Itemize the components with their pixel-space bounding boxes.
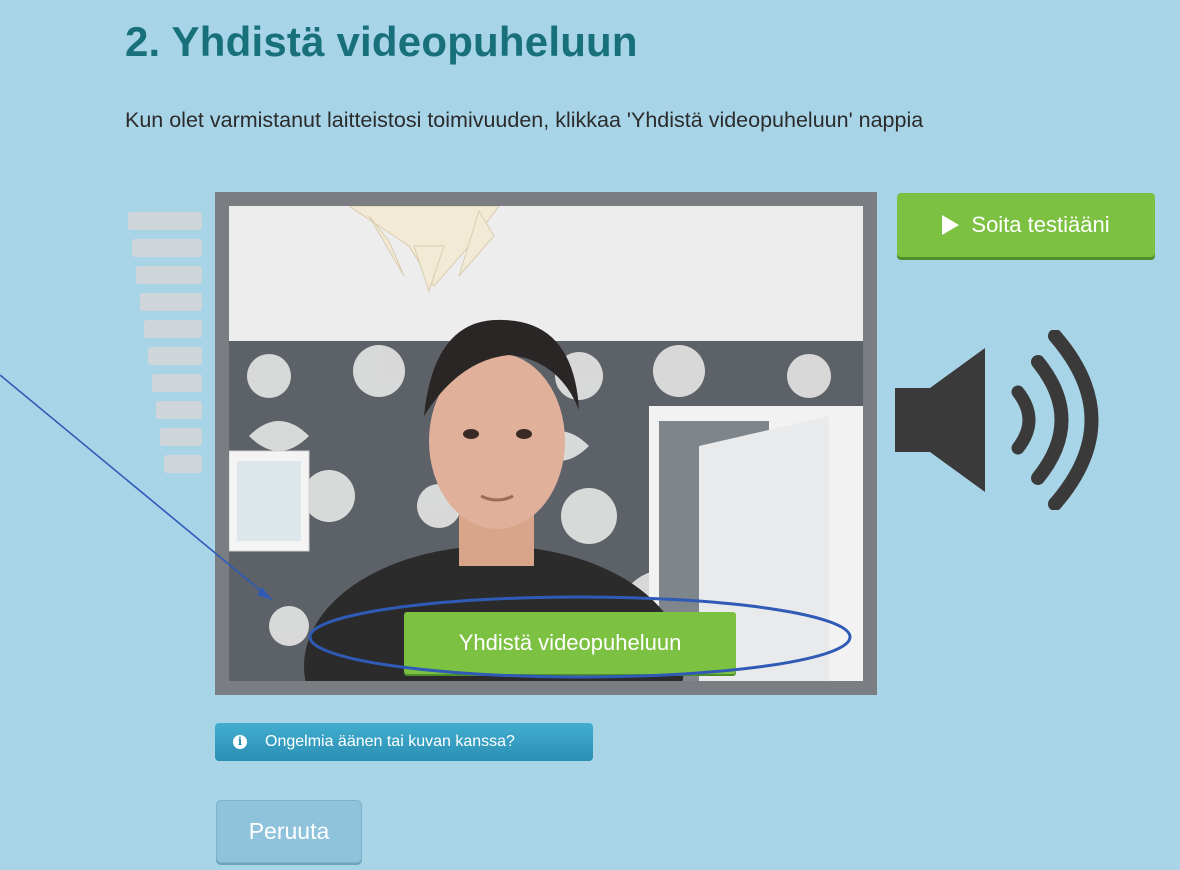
- level-meter-bar: [164, 455, 202, 473]
- speaker-volume-icon: [895, 330, 1099, 510]
- level-meter-bar: [128, 212, 202, 230]
- level-meter-bar: [148, 347, 202, 365]
- level-meter-bar: [152, 374, 202, 392]
- video-preview-frame: Yhdistä videopuheluun: [215, 192, 877, 695]
- connect-video-call-button[interactable]: Yhdistä videopuheluun: [404, 612, 736, 674]
- play-test-sound-label: Soita testiääni: [971, 212, 1110, 237]
- level-meter-bar: [140, 293, 202, 311]
- info-icon: i: [233, 735, 247, 749]
- level-meter-bar: [144, 320, 202, 338]
- level-meter-bar: [132, 239, 202, 257]
- play-icon: [942, 215, 960, 235]
- instruction-text: Kun olet varmistanut laitteistosi toimiv…: [125, 108, 924, 132]
- level-meter-bar: [136, 266, 202, 284]
- level-meter-bar: [156, 401, 202, 419]
- cancel-button[interactable]: Peruuta: [216, 800, 362, 863]
- audio-level-meter: [120, 212, 210, 482]
- play-test-sound-button[interactable]: Soita testiääni: [897, 193, 1155, 257]
- help-button-label: Ongelmia äänen tai kuvan kanssa?: [265, 733, 515, 750]
- webcam-video-feed: Yhdistä videopuheluun: [229, 206, 863, 681]
- audio-video-help-button[interactable]: i Ongelmia äänen tai kuvan kanssa?: [215, 723, 593, 761]
- webcam-image: [229, 206, 863, 681]
- level-meter-bar: [160, 428, 202, 446]
- page-title: 2. Yhdistä videopuheluun: [125, 18, 638, 65]
